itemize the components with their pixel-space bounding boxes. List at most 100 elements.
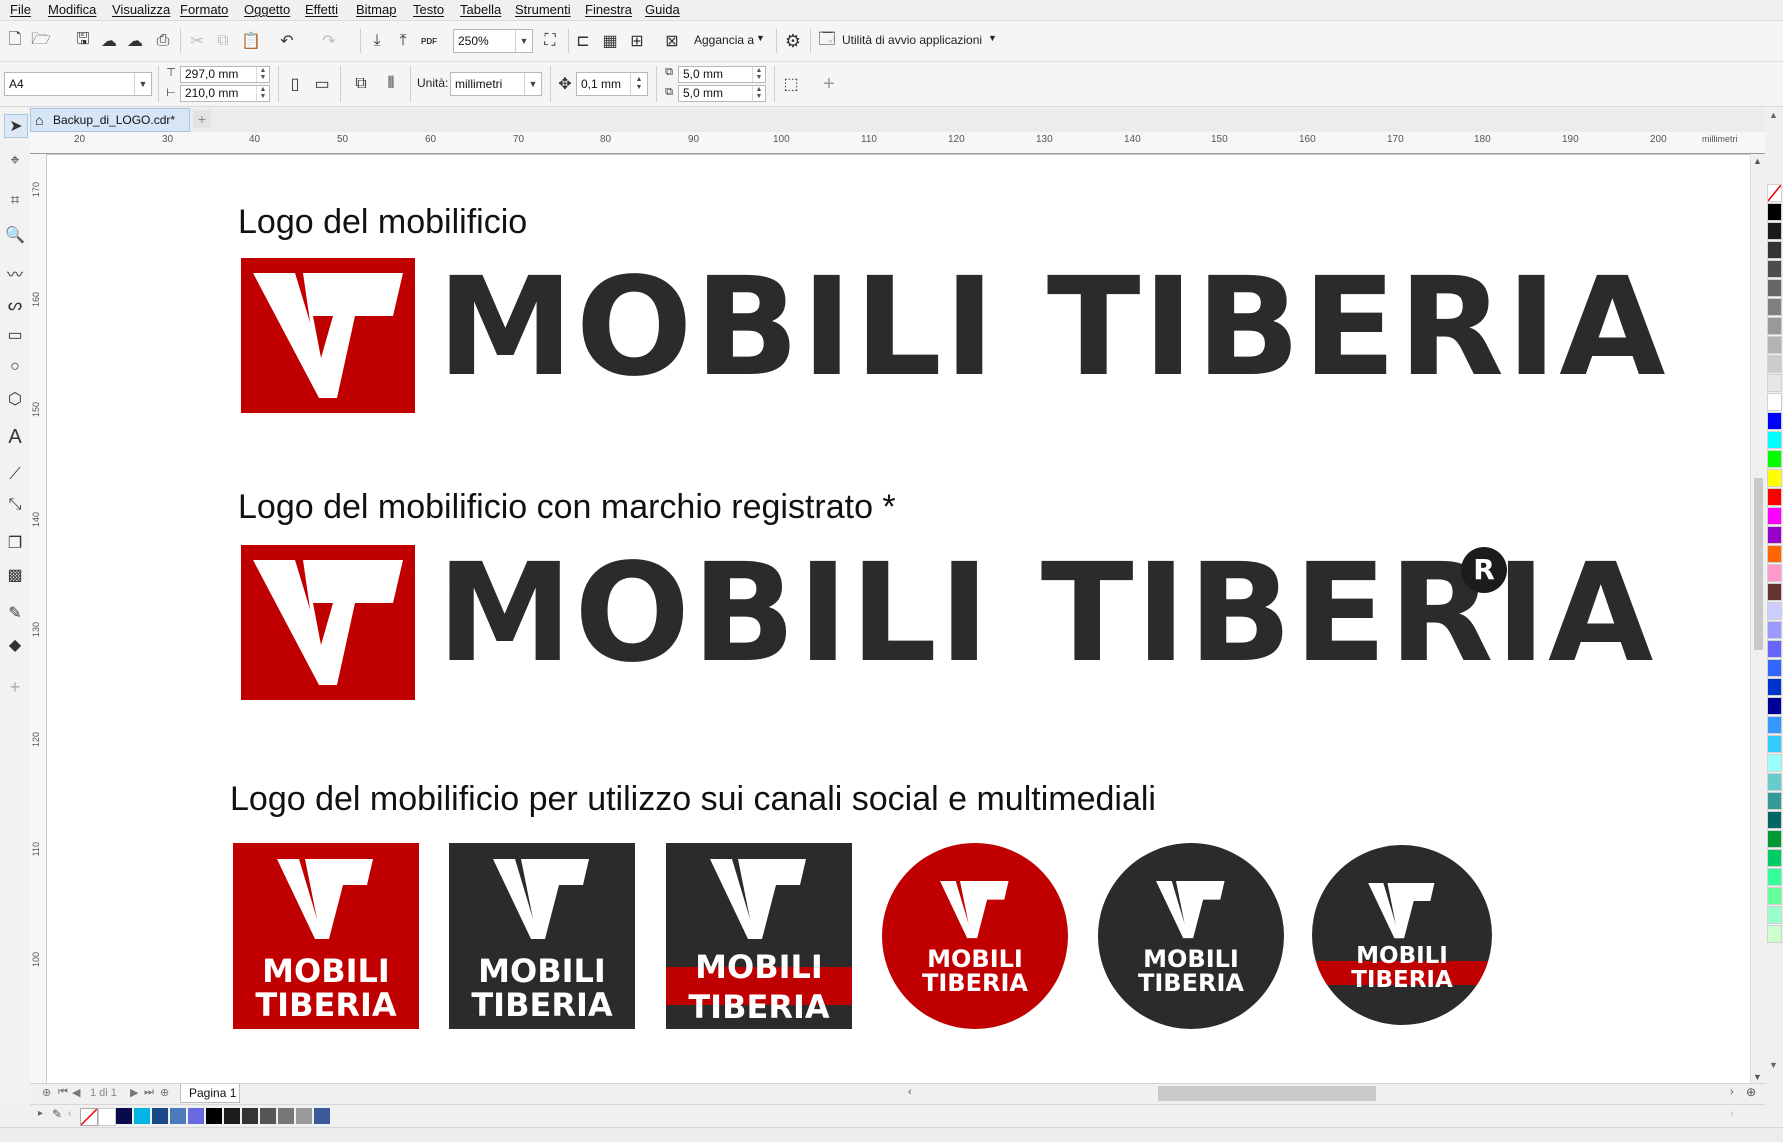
menu-tabella[interactable]: Tabella xyxy=(460,2,501,17)
page-height-field[interactable]: 210,0 mm ▲ ▼ xyxy=(180,85,270,102)
social-badge-red-circle[interactable]: MOBILI TIBERIA xyxy=(882,843,1068,1029)
color-swatch[interactable] xyxy=(1767,697,1782,715)
menu-finestra[interactable]: Finestra xyxy=(585,2,632,17)
add-page-before-icon[interactable]: ⊕ xyxy=(42,1086,51,1099)
dimension-tool-icon[interactable]: ⟋ xyxy=(4,464,26,486)
zoom-navigator-icon[interactable]: ⊕ xyxy=(1746,1085,1756,1099)
redo-icon[interactable]: ↷ xyxy=(318,30,340,52)
color-swatch[interactable] xyxy=(170,1108,186,1124)
landscape-icon[interactable]: ▭ xyxy=(311,73,333,95)
no-color-swatch[interactable] xyxy=(1767,184,1782,202)
color-swatch[interactable] xyxy=(1767,773,1782,791)
color-swatch[interactable] xyxy=(1767,336,1782,354)
copy-icon[interactable]: ⧉ xyxy=(212,30,234,52)
bleed-icon[interactable]: ⬚ xyxy=(780,73,802,95)
color-swatch[interactable] xyxy=(1767,564,1782,582)
color-swatch[interactable] xyxy=(278,1108,294,1124)
color-swatch[interactable] xyxy=(296,1108,312,1124)
cut-icon[interactable]: ✂ xyxy=(186,30,208,52)
application-launcher[interactable]: Utilità di avvio applicazioni xyxy=(842,33,982,47)
color-swatch[interactable] xyxy=(1767,450,1782,468)
color-swatch[interactable] xyxy=(1767,317,1782,335)
company-wordmark[interactable]: MOBILI TIBERIA xyxy=(437,249,1668,407)
color-swatch[interactable] xyxy=(98,1108,116,1126)
paste-icon[interactable]: 📋 xyxy=(240,30,262,52)
color-swatch[interactable] xyxy=(188,1108,204,1124)
color-swatch[interactable] xyxy=(1767,393,1782,411)
artistic-media-icon[interactable]: ᔕ xyxy=(4,294,26,316)
menu-modifica[interactable]: Modifica xyxy=(48,2,96,17)
snap-off-icon[interactable]: ⊠ xyxy=(661,30,683,52)
palette-scroll-down-icon[interactable]: ▼ xyxy=(1769,1060,1778,1070)
new-document-icon[interactable]: 🗋 xyxy=(4,30,26,52)
color-swatch[interactable] xyxy=(1767,298,1782,316)
menu-file[interactable]: File xyxy=(10,2,31,17)
vertical-scrollbar[interactable]: ▲ ▼ xyxy=(1750,154,1766,1084)
duplicate-y-field[interactable]: 5,0 mm ▲ ▼ xyxy=(678,85,766,102)
polygon-tool-icon[interactable]: ⬡ xyxy=(4,388,26,410)
zoom-to-page-icon[interactable]: ⛶ xyxy=(539,30,561,52)
show-rulers-icon[interactable]: ⊏ xyxy=(572,30,594,52)
color-swatch[interactable] xyxy=(1767,659,1782,677)
menu-oggetto[interactable]: Oggetto xyxy=(244,2,290,17)
color-swatch[interactable] xyxy=(1767,602,1782,620)
color-swatch[interactable] xyxy=(1767,545,1782,563)
open-folder-icon[interactable]: 🗁 xyxy=(30,30,52,52)
current-page-icon[interactable]: ⫴ xyxy=(380,73,402,95)
color-swatch[interactable] xyxy=(1767,222,1782,240)
social-badge-dark-square[interactable]: MOBILI TIBERIA xyxy=(449,843,635,1029)
no-color-swatch[interactable] xyxy=(80,1108,98,1126)
color-swatch[interactable] xyxy=(1767,640,1782,658)
spin-icon[interactable]: ▲ ▼ xyxy=(256,67,269,82)
page-tab[interactable]: Pagina 1 xyxy=(180,1084,240,1103)
snap-to-dropdown[interactable]: Aggancia a xyxy=(694,33,754,47)
menu-visualizza[interactable]: Visualizza xyxy=(112,2,170,17)
cloud-download-icon[interactable]: ☁ xyxy=(124,30,146,52)
social-badge-red-square[interactable]: MOBILI TIBERIA xyxy=(233,843,419,1029)
menu-formato[interactable]: Formato xyxy=(180,2,228,17)
color-swatch[interactable] xyxy=(1767,906,1782,924)
duplicate-x-field[interactable]: 5,0 mm ▲ ▼ xyxy=(678,66,766,83)
logo-mark-registered[interactable] xyxy=(241,545,415,700)
color-swatch[interactable] xyxy=(224,1108,240,1124)
add-icon[interactable]: + xyxy=(818,73,840,95)
color-swatch[interactable] xyxy=(134,1108,150,1124)
color-swatch[interactable] xyxy=(1767,488,1782,506)
cloud-upload-icon[interactable]: ☁ xyxy=(98,30,120,52)
social-badge-dark-circle[interactable]: MOBILI TIBERIA xyxy=(1098,843,1284,1029)
vertical-scroll-thumb[interactable] xyxy=(1754,478,1763,650)
spin-icon[interactable]: ▲ ▼ xyxy=(752,67,765,82)
color-swatch[interactable] xyxy=(1767,355,1782,373)
eyedropper-icon[interactable]: ✎ xyxy=(52,1107,62,1121)
logo-mark[interactable] xyxy=(241,258,415,413)
menu-strumenti[interactable]: Strumenti xyxy=(515,2,571,17)
zoom-level-combo[interactable]: 250% ▼ xyxy=(453,29,533,53)
color-swatch[interactable] xyxy=(152,1108,168,1124)
freehand-tool-icon[interactable]: 〰 xyxy=(4,262,26,284)
menu-guida[interactable]: Guida xyxy=(645,2,680,17)
color-swatch[interactable] xyxy=(314,1108,330,1124)
menu-effetti[interactable]: Effetti xyxy=(305,2,338,17)
social-badge-dark-square-stripe[interactable]: MOBILI TIBERIA xyxy=(666,843,852,1029)
chevron-down-icon[interactable]: ▼ xyxy=(756,33,765,43)
spin-icon[interactable]: ▲ ▼ xyxy=(256,86,269,101)
spin-icon[interactable]: ▲ ▼ xyxy=(752,86,765,101)
color-swatch[interactable] xyxy=(1767,735,1782,753)
save-icon[interactable]: 🖫 xyxy=(72,30,94,52)
color-swatch[interactable] xyxy=(242,1108,258,1124)
zoom-tool-icon[interactable]: 🔍 xyxy=(4,224,26,246)
color-swatch[interactable] xyxy=(1767,925,1782,943)
connector-tool-icon[interactable]: ⤡ xyxy=(4,494,26,516)
last-page-icon[interactable]: ⏭ xyxy=(144,1086,154,1099)
color-swatch[interactable] xyxy=(1767,526,1782,544)
pick-tool-icon[interactable]: ➤ xyxy=(4,114,28,138)
text-tool-icon[interactable]: A xyxy=(4,426,26,448)
all-pages-icon[interactable]: ⧉ xyxy=(350,73,372,95)
color-swatch[interactable] xyxy=(1767,754,1782,772)
color-swatch[interactable] xyxy=(1767,412,1782,430)
horizontal-ruler[interactable]: 20 30 40 50 60 70 80 90 100 110 120 130 … xyxy=(30,132,1765,155)
color-swatch[interactable] xyxy=(1767,811,1782,829)
print-icon[interactable]: ⎙ xyxy=(152,30,174,52)
undo-icon[interactable]: ↶ xyxy=(276,30,298,52)
home-icon[interactable]: ⌂ xyxy=(35,109,43,131)
